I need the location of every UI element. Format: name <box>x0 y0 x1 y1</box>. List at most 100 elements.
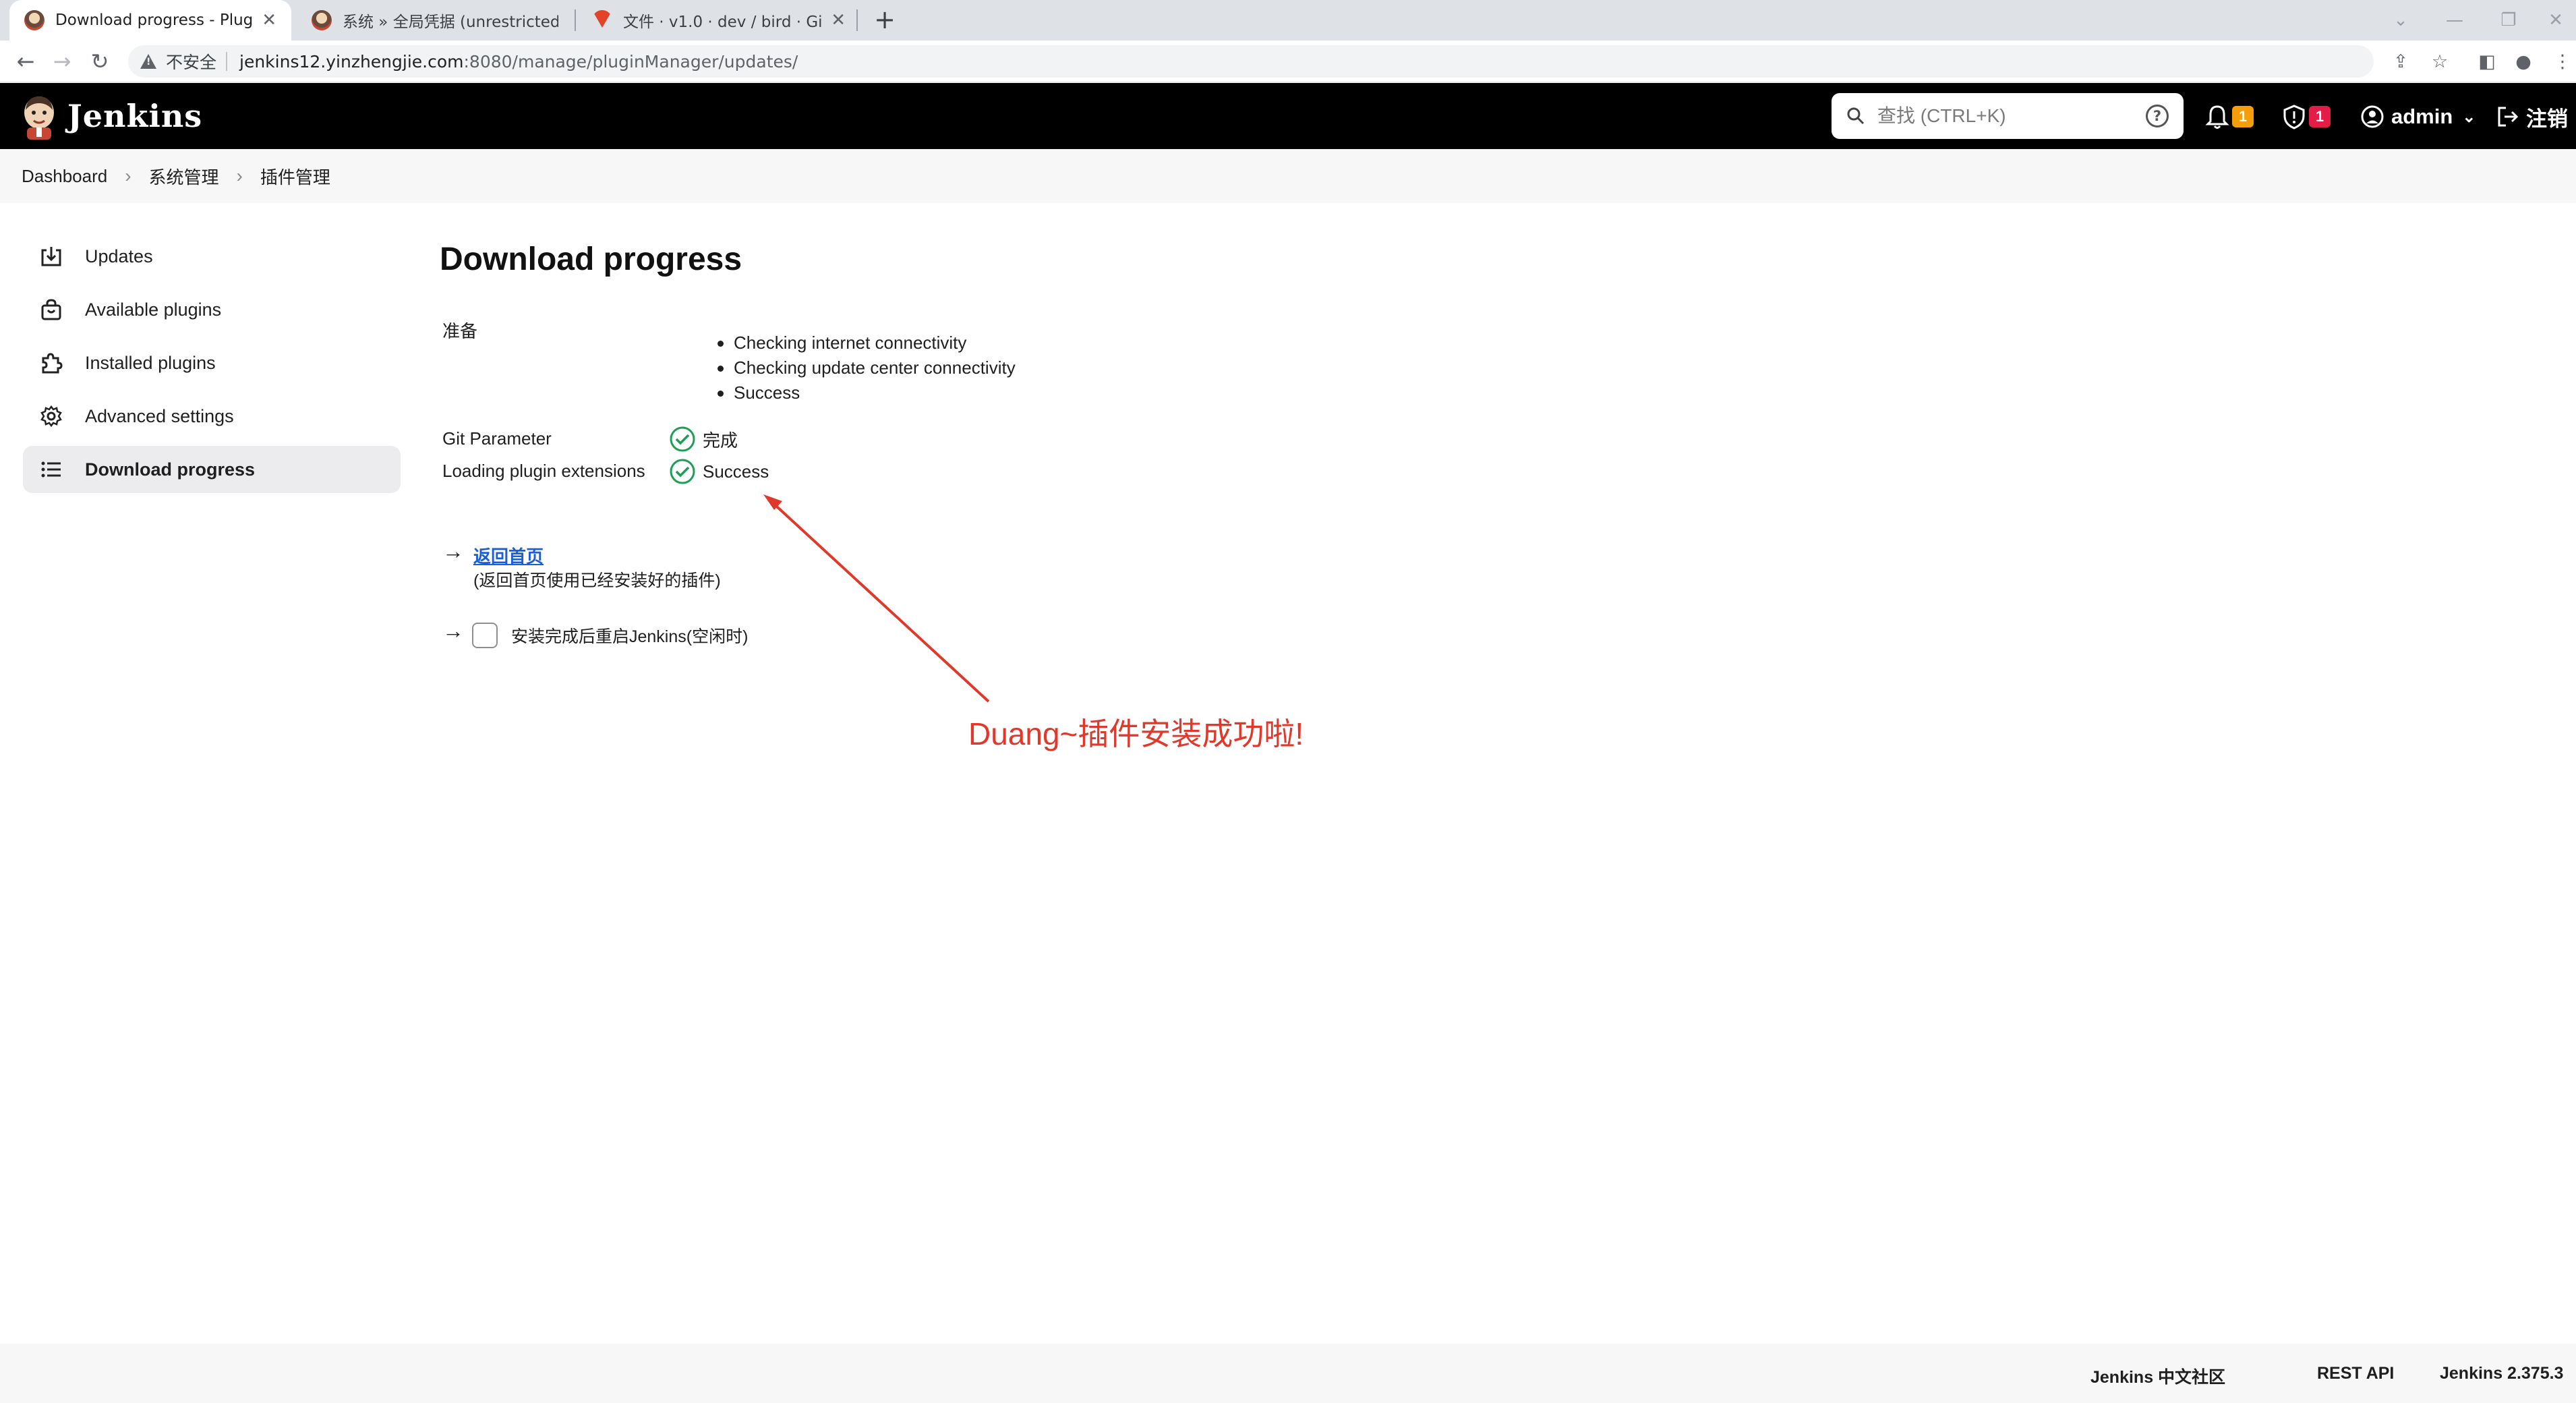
search-box[interactable]: ? <box>1832 93 2184 139</box>
search-icon <box>1847 107 1865 125</box>
tab-search-icon[interactable]: ⌄ <box>2380 5 2421 35</box>
breadcrumb-manage[interactable]: 系统管理 <box>149 164 219 189</box>
sidebar-item-installed-plugins[interactable]: Installed plugins <box>23 339 401 386</box>
share-icon[interactable]: ⇪ <box>2387 49 2414 76</box>
annotation-arrow-line <box>767 498 990 703</box>
jenkins-logo-icon[interactable] <box>20 92 58 140</box>
chevron-right-icon: › <box>236 165 243 186</box>
go-home-link[interactable]: 返回首页 <box>473 543 544 568</box>
breadcrumb-plugin-manager[interactable]: 插件管理 <box>260 164 330 189</box>
list-item: Checking internet connectivity <box>716 331 1016 355</box>
browser-tab-strip: Download progress - Plugin Manager ✕ 系统 … <box>0 0 2576 40</box>
breadcrumb: Dashboard › 系统管理 › 插件管理 <box>0 149 2576 203</box>
footer-rest-api-link[interactable]: REST API <box>2317 1364 2394 1383</box>
restart-option: → 安装完成后重启Jenkins(空闲时) <box>442 619 748 648</box>
job-status-text: Success <box>703 461 769 482</box>
breadcrumb-dashboard[interactable]: Dashboard <box>22 166 107 187</box>
job-status-loading-extensions: Success <box>669 458 769 485</box>
address-bar[interactable]: 不安全 jenkins12.yinzhengjie.com:8080/manag… <box>128 45 2374 78</box>
main-content: Download progress 准备 Checking internet c… <box>440 233 2530 648</box>
logout-button[interactable]: 注销 <box>2496 102 2568 132</box>
job-status-text: 完成 <box>703 430 738 451</box>
restart-after-install-label[interactable]: 安装完成后重启Jenkins(空闲时) <box>511 623 748 648</box>
sidebar-item-label: Installed plugins <box>85 352 216 373</box>
sidebar-item-label: Available plugins <box>85 299 222 320</box>
security-alerts-button[interactable]: 1 <box>2282 102 2331 132</box>
job-name-git-parameter: Git Parameter <box>442 428 552 449</box>
close-window-icon[interactable]: ✕ <box>2536 5 2576 35</box>
new-tab-button[interactable]: + <box>870 5 900 35</box>
search-input[interactable] <box>1877 105 2146 127</box>
sidebar: Updates Available plugins Installed plug… <box>23 233 401 499</box>
minimize-window-icon[interactable]: — <box>2434 5 2475 35</box>
notifications-button[interactable]: 1 <box>2205 102 2254 132</box>
tab-global-credentials[interactable]: 系统 » 全局凭据 (unrestricted) [ <box>297 0 573 40</box>
logout-icon <box>2498 107 2519 127</box>
tab-title: Download progress - Plugin Manager <box>55 11 254 29</box>
tab-separator <box>575 9 576 31</box>
jenkins-brand-title[interactable]: Jenkins <box>67 98 202 134</box>
url-path: :8080/manage/pluginManager/updates/ <box>463 51 798 71</box>
success-check-icon <box>670 426 695 452</box>
user-menu[interactable]: admin ⌄ <box>2360 102 2476 132</box>
close-tab-icon[interactable]: ✕ <box>831 10 846 30</box>
footer-community-link[interactable]: Jenkins 中文社区 <box>2090 1364 2225 1388</box>
list-icon <box>38 456 65 483</box>
job-name-loading-extensions: Loading plugin extensions <box>442 461 645 481</box>
go-home-description: (返回首页使用已经安装好的插件) <box>473 571 721 590</box>
sidebar-item-label: Advanced settings <box>85 405 234 426</box>
tab-download-progress[interactable]: Download progress - Plugin Manager ✕ <box>9 0 291 40</box>
annotation-arrow-head <box>763 494 782 510</box>
gitlab-favicon-icon <box>592 10 612 30</box>
footer-version[interactable]: Jenkins 2.375.3 <box>2440 1364 2563 1383</box>
restore-window-icon[interactable]: ❐ <box>2488 5 2529 35</box>
jenkins-favicon-icon <box>312 10 332 30</box>
sidebar-item-download-progress[interactable]: Download progress <box>23 446 401 493</box>
arrow-right-icon: → <box>442 539 464 563</box>
arrow-right-icon: → <box>442 619 464 643</box>
close-tab-icon[interactable]: ✕ <box>262 10 276 30</box>
list-item: Success <box>716 380 1016 405</box>
shopping-bag-icon <box>38 296 65 323</box>
not-secure-warning-icon[interactable] <box>140 54 156 69</box>
tab-title: 文件 · v1.0 · dev / bird · GitLab <box>623 13 823 31</box>
annotation-arrow <box>763 494 990 703</box>
sidebar-item-available-plugins[interactable]: Available plugins <box>23 286 401 333</box>
bookmark-star-icon[interactable]: ☆ <box>2426 49 2453 76</box>
tab-separator <box>856 9 858 31</box>
page-title: Download progress <box>440 241 742 277</box>
gear-icon <box>38 403 65 430</box>
reload-icon[interactable]: ↻ <box>84 46 116 77</box>
bell-icon <box>2205 105 2229 129</box>
search-help-icon[interactable]: ? <box>2146 105 2169 127</box>
side-panel-icon[interactable]: ◧ <box>2473 49 2500 76</box>
list-item: Checking update center connectivity <box>716 355 1016 380</box>
restart-after-install-checkbox[interactable] <box>472 623 498 648</box>
jenkins-favicon-icon <box>24 10 45 30</box>
browser-menu-icon[interactable]: ⋮ <box>2549 49 2576 76</box>
address-separator <box>226 52 228 71</box>
chevron-right-icon: › <box>125 165 131 186</box>
user-name: admin <box>2391 105 2453 128</box>
profile-icon[interactable]: ● <box>2510 49 2537 76</box>
sidebar-item-advanced-settings[interactable]: Advanced settings <box>23 393 401 440</box>
success-check-icon <box>670 459 695 484</box>
back-icon[interactable]: ← <box>9 46 42 77</box>
prep-label: 准备 <box>442 321 478 341</box>
logout-label: 注销 <box>2526 107 2568 131</box>
notifications-badge: 1 <box>2232 106 2254 127</box>
job-status-git-parameter: 完成 <box>669 426 738 453</box>
jenkins-header: Jenkins ? 1 1 admin ⌄ <box>0 83 2576 149</box>
footer: Jenkins 中文社区 REST API Jenkins 2.375.3 <box>0 1344 2576 1403</box>
sidebar-item-updates[interactable]: Updates <box>23 233 401 280</box>
prep-steps-list: Checking internet connectivity Checking … <box>716 331 1016 405</box>
tab-title: 系统 » 全局凭据 (unrestricted) [ <box>343 13 558 31</box>
security-badge: 1 <box>2309 106 2331 127</box>
tab-gitlab[interactable]: 文件 · v1.0 · dev / bird · GitLab ✕ <box>577 0 860 40</box>
url-host: jenkins12.yinzhengjie.com <box>239 51 464 71</box>
security-status[interactable]: 不安全 <box>166 49 216 74</box>
forward-icon[interactable]: → <box>46 46 78 77</box>
url-text[interactable]: jenkins12.yinzhengjie.com:8080/manage/pl… <box>239 52 798 71</box>
browser-toolbar: ← → ↻ 不安全 jenkins12.yinzhengjie.com:8080… <box>0 40 2576 82</box>
sidebar-item-label: Download progress <box>85 459 256 480</box>
